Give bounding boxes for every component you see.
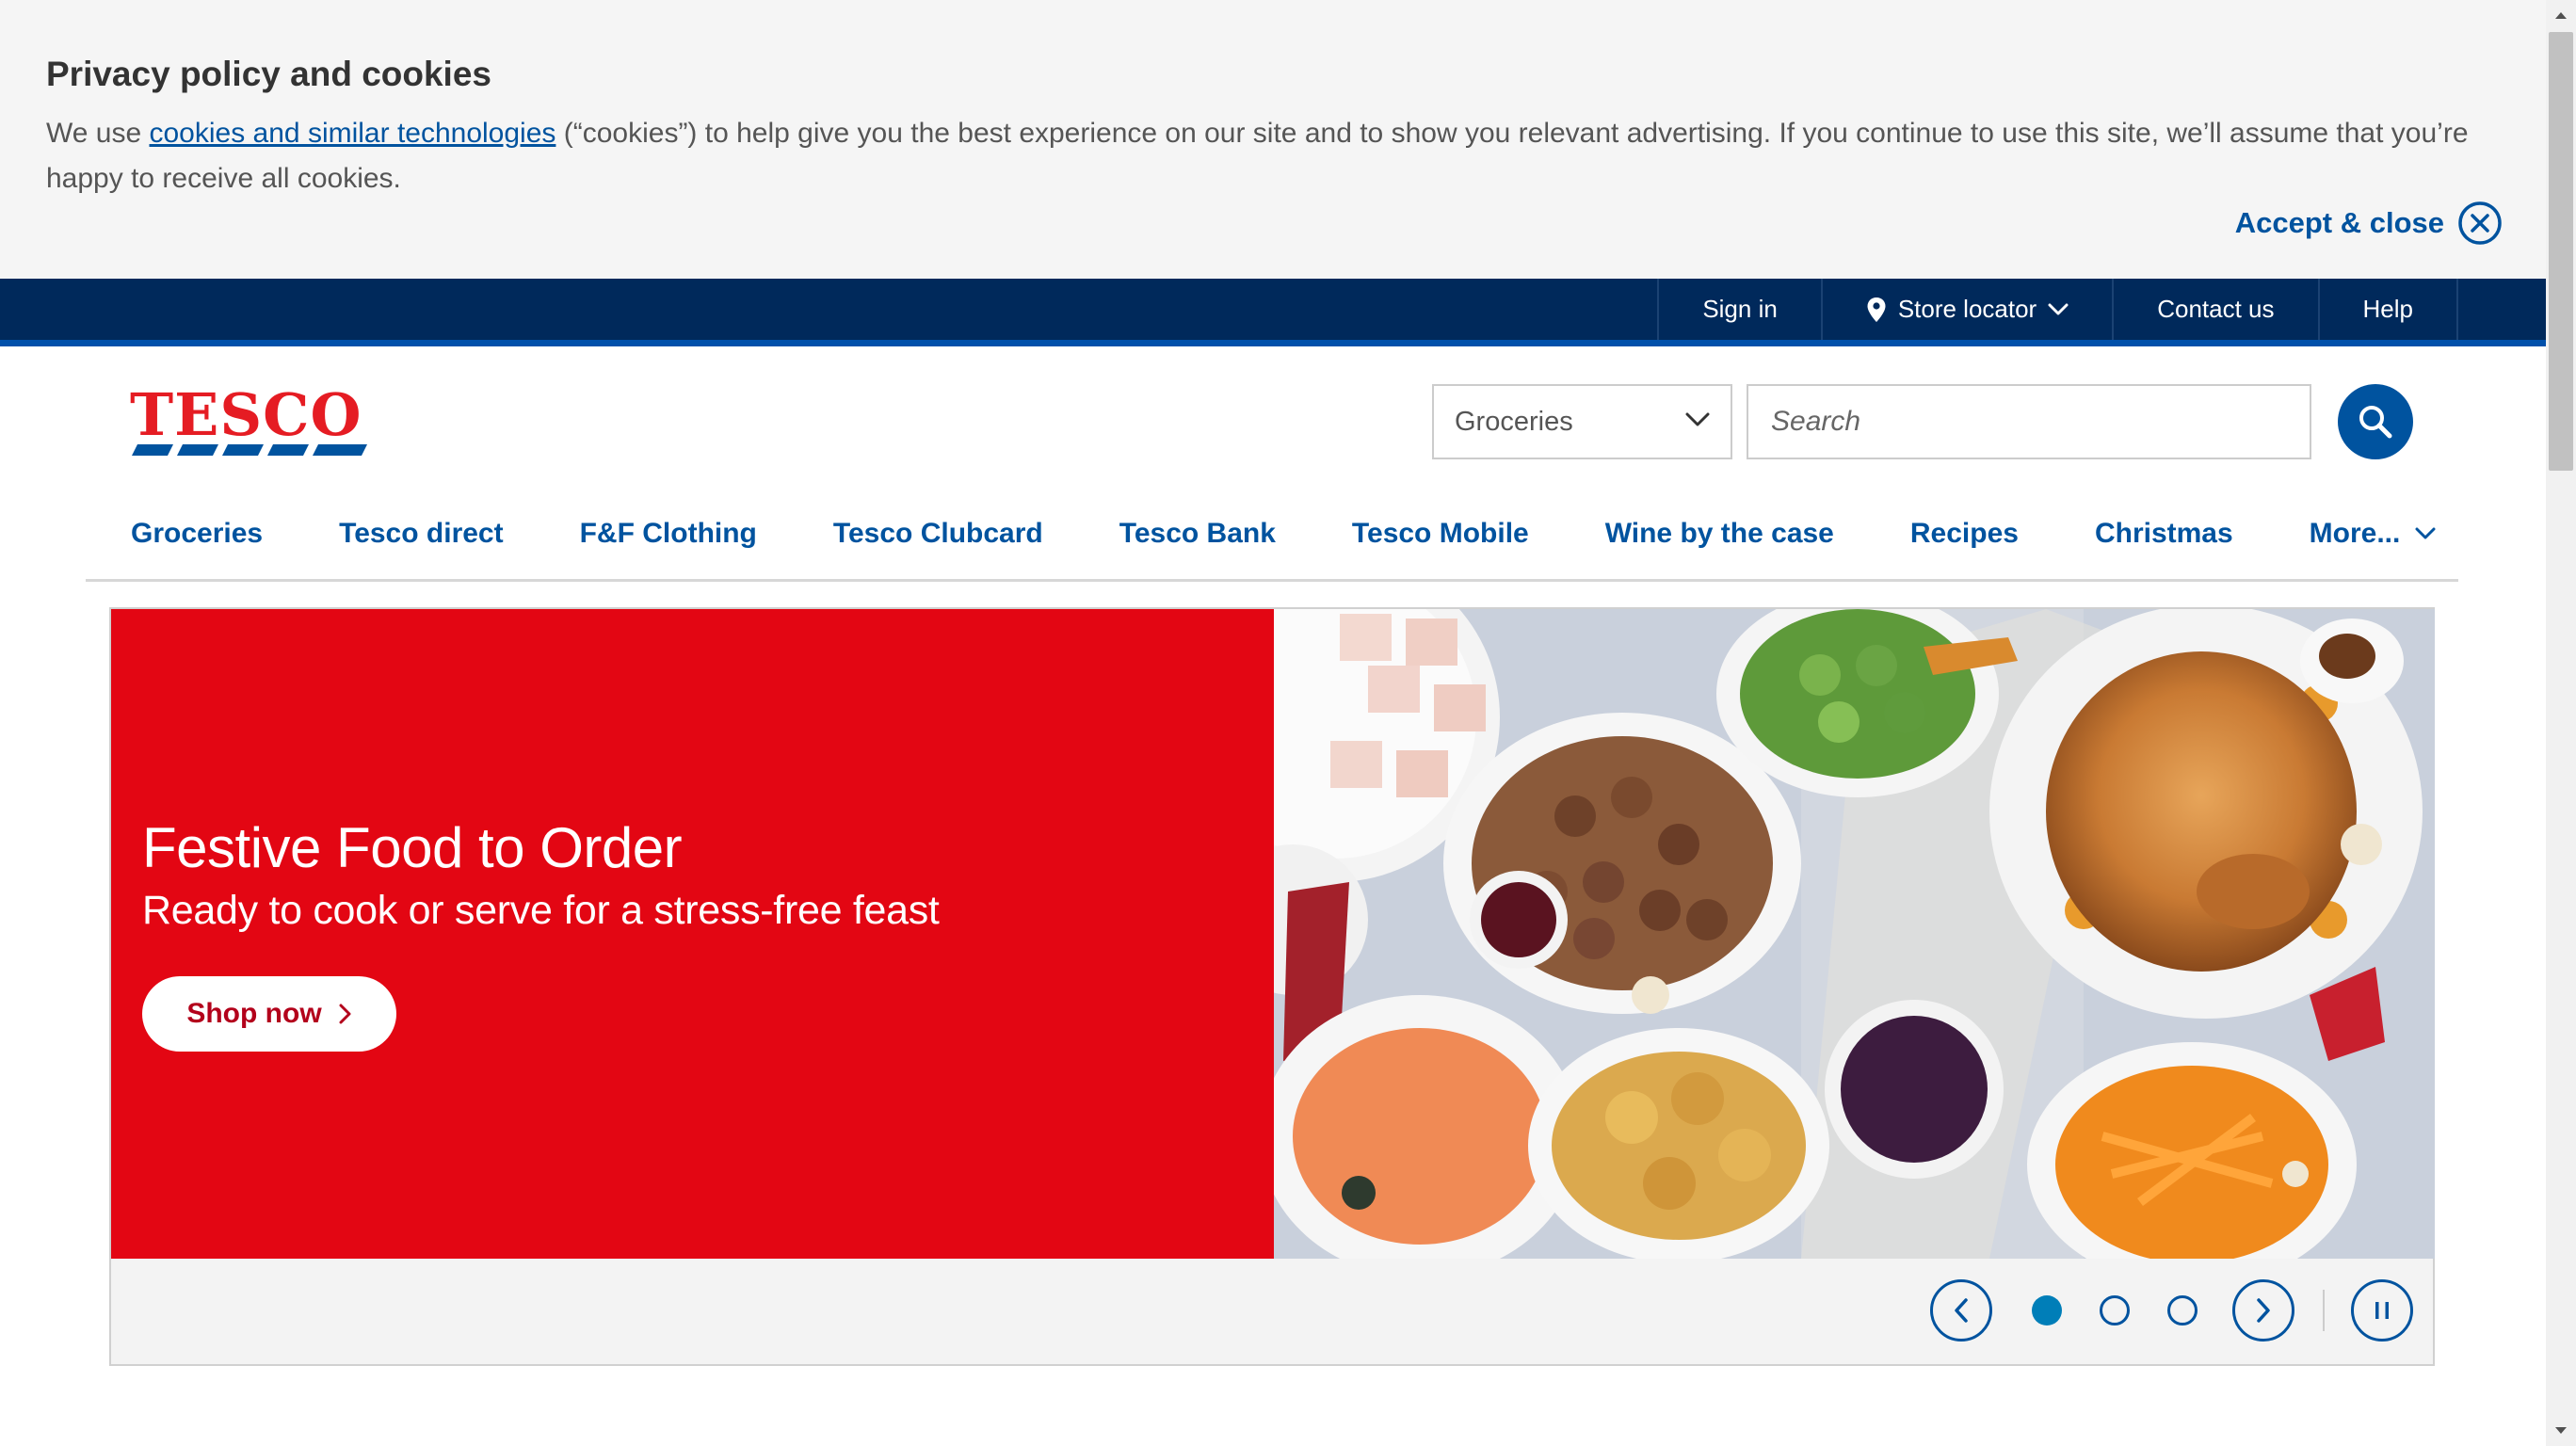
main-nav-item[interactable]: Tesco Bank [1119,518,1276,550]
cookies-policy-link[interactable]: cookies and similar technologies [150,118,556,149]
chevron-right-icon [339,1004,351,1024]
hero-subtitle: Ready to cook or serve for a stress-free… [142,888,940,933]
chevron-down-icon [2048,303,2069,314]
previous-slide-button[interactable] [1930,1279,1992,1342]
main-nav-item[interactable]: Christmas [2095,518,2233,550]
chevron-left-icon [1955,1298,1968,1323]
logo-stripes [132,444,367,456]
scrollbar-thumb[interactable] [2549,32,2573,471]
main-nav-item[interactable]: Groceries [131,518,263,550]
scroll-down-button[interactable] [2546,1416,2576,1446]
pause-slideshow-button[interactable] [2351,1279,2413,1342]
contact-us-link[interactable]: Contact us [2112,279,2317,340]
main-nav-item[interactable]: Tesco direct [339,518,504,550]
slide-dot-1[interactable] [2032,1295,2062,1326]
cookie-banner-title: Privacy policy and cookies [46,55,491,93]
more-menu-label: More... [2309,518,2401,549]
accept-close-label: Accept & close [2234,206,2444,239]
carousel-controls [111,1259,2435,1366]
main-nav-item[interactable]: Recipes [1910,518,2019,550]
search-input[interactable] [1747,384,2311,459]
hero-food-image [1274,609,2435,1259]
help-label: Help [2362,295,2413,323]
pause-icon [2375,1302,2389,1319]
contact-us-label: Contact us [2157,295,2275,323]
search-department-value: Groceries [1455,406,1573,437]
hero-title: Festive Food to Order [142,816,683,879]
chevron-right-icon [2257,1298,2270,1323]
help-link[interactable]: Help [2317,279,2458,340]
sign-in-link[interactable]: Sign in [1657,279,1821,340]
more-menu[interactable]: More... [2310,518,2437,550]
page-scrollbar[interactable] [2546,0,2576,1446]
hero-slide-panel: Festive Food to Order Ready to cook or s… [111,609,1274,1259]
scroll-up-button[interactable] [2546,0,2576,30]
main-nav: Groceries Tesco direct F&F Clothing Tesc… [86,499,2458,582]
caret-down-icon [2555,1427,2567,1434]
tesco-logo[interactable]: TESCO [130,386,367,458]
cookie-text-before: We use [46,118,150,149]
main-nav-list: Groceries Tesco direct F&F Clothing Tesc… [131,518,2436,550]
utility-bar: Sign in Store locator Contact us Help [0,279,2546,346]
cookie-banner-text: We use cookies and similar technologies … [46,111,2513,201]
search-button[interactable] [2338,384,2413,459]
store-locator-label: Store locator [1897,295,2037,323]
shop-now-label: Shop now [186,998,322,1029]
search-icon [2359,406,2392,439]
search-department-select[interactable]: Groceries [1432,384,1732,459]
slide-dot-2[interactable] [2100,1295,2130,1326]
slide-dot-3[interactable] [2167,1295,2198,1326]
main-nav-item[interactable]: Wine by the case [1605,518,1834,550]
location-pin-icon [1867,297,1886,322]
chevron-down-icon [2415,527,2436,539]
chevron-down-icon [1685,412,1710,426]
utility-nav: Sign in Store locator Contact us Help [1657,279,2458,340]
caret-up-icon [2555,12,2567,19]
logo-wordmark: TESCO [130,380,362,449]
next-slide-button[interactable] [2232,1279,2294,1342]
main-nav-item[interactable]: Tesco Mobile [1352,518,1529,550]
controls-divider [2323,1290,2325,1331]
sign-in-label: Sign in [1702,295,1778,323]
store-locator-menu[interactable]: Store locator [1820,279,2112,340]
shop-now-button[interactable]: Shop now [142,976,396,1052]
close-circle-icon [2458,201,2502,245]
hero-carousel: Festive Food to Order Ready to cook or s… [109,607,2435,1366]
cookie-banner: Privacy policy and cookies We use cookie… [0,0,2546,279]
accept-close-button[interactable]: Accept & close [2235,200,2503,247]
main-nav-item[interactable]: F&F Clothing [580,518,757,550]
main-nav-item[interactable]: Tesco Clubcard [833,518,1043,550]
